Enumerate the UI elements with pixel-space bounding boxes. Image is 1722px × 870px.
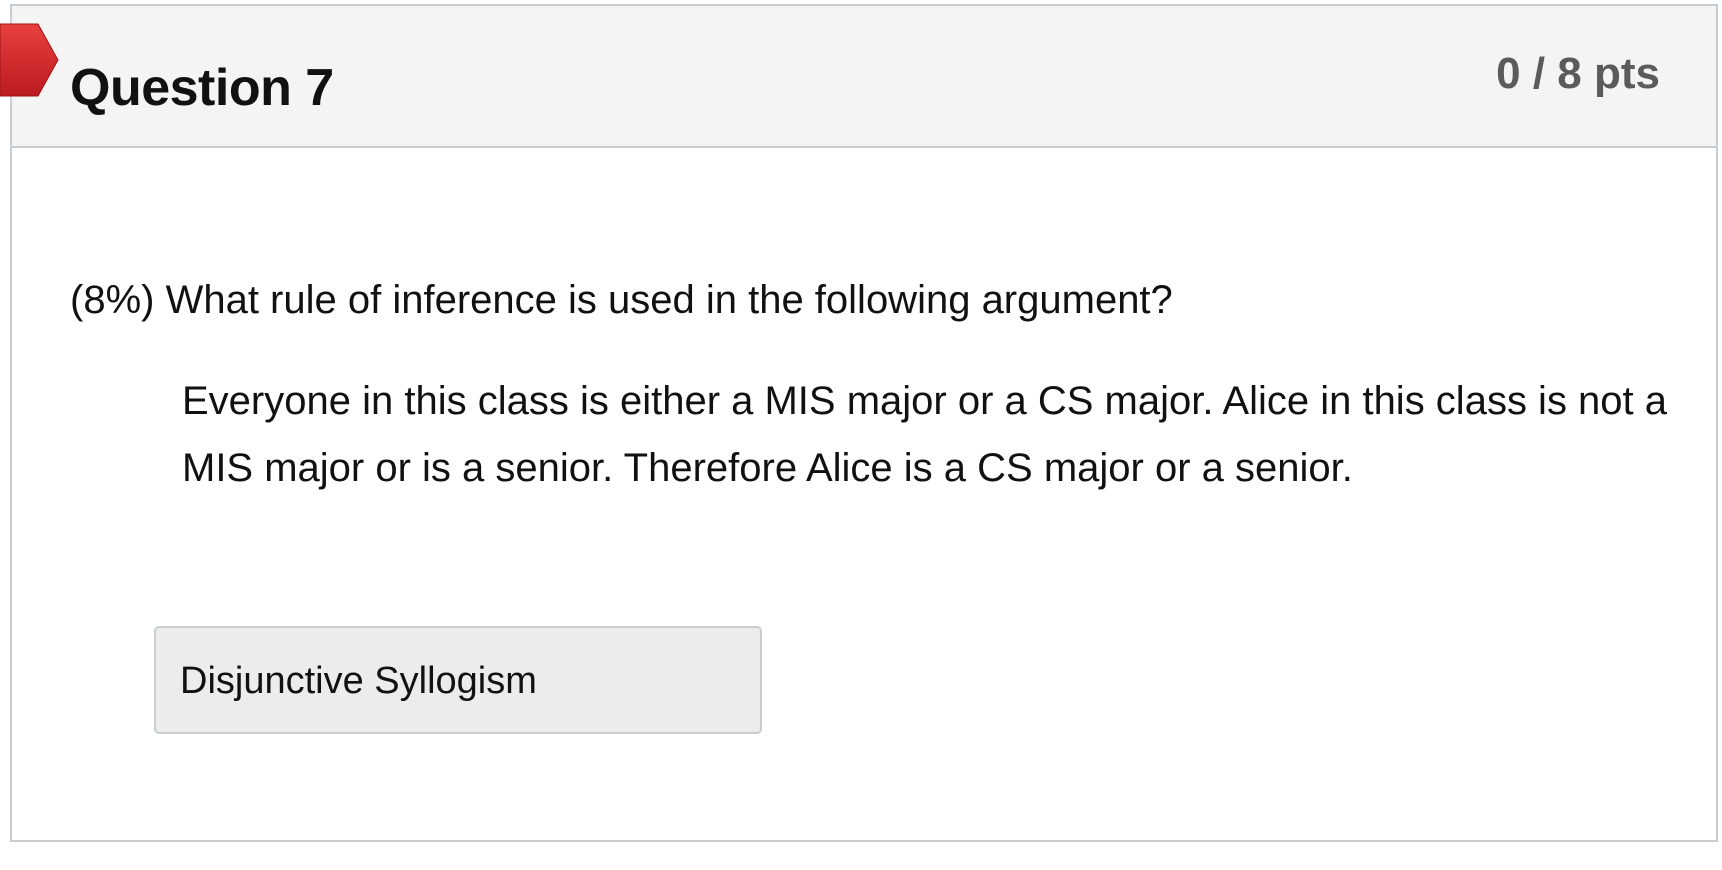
question-argument: Everyone in this class is either a MIS m… — [182, 379, 1668, 490]
answer-text: Disjunctive Syllogism — [180, 660, 537, 702]
question-title: Question 7 — [70, 59, 334, 117]
flag-icon[interactable] — [0, 22, 64, 98]
question-header: Question 7 0 / 8 pts — [0, 6, 1716, 148]
answer-box: Disjunctive Syllogism — [154, 626, 762, 734]
question-card: Question 7 0 / 8 pts (8%) What rule of i… — [0, 4, 1718, 842]
points-score: 0 / 8 pts — [1496, 49, 1660, 98]
question-prompt: (8%) What rule of inference is used in t… — [70, 278, 1173, 322]
